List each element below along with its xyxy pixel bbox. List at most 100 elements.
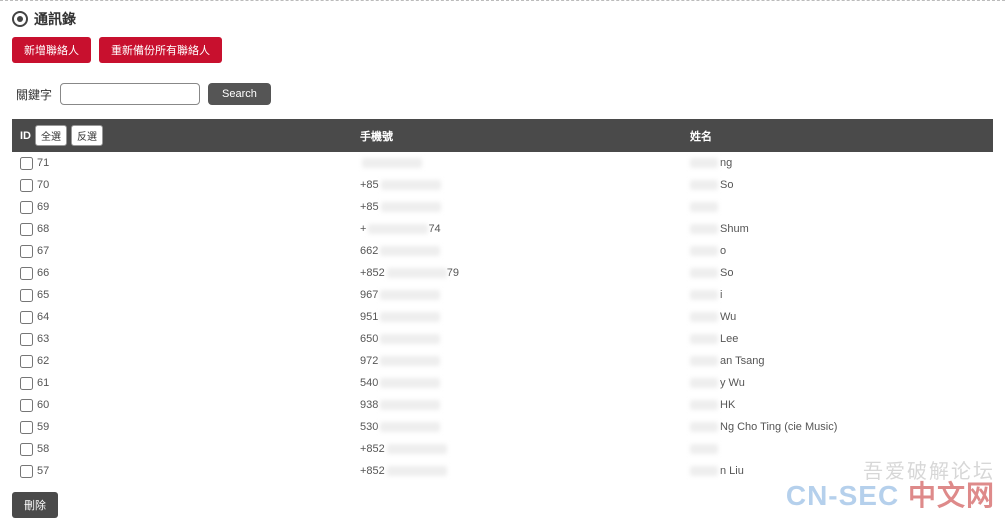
action-buttons: 新增聯絡人 重新備份所有聯絡人 [12, 37, 993, 63]
table-row: 71 ng [12, 152, 993, 174]
table-row: 70 +85So [12, 174, 993, 196]
row-name [690, 444, 985, 454]
redacted-icon [690, 356, 718, 366]
select-all-button[interactable]: 全選 [35, 125, 67, 146]
redacted-icon [380, 290, 440, 300]
table-row: 62 972an Tsang [12, 350, 993, 372]
title-row: 通訊錄 [12, 9, 993, 29]
redacted-icon [690, 290, 718, 300]
row-checkbox[interactable] [20, 223, 33, 236]
row-checkbox[interactable] [20, 333, 33, 346]
row-checkbox[interactable] [20, 245, 33, 258]
row-checkbox[interactable] [20, 311, 33, 324]
row-checkbox[interactable] [20, 355, 33, 368]
row-checkbox[interactable] [20, 179, 33, 192]
redacted-icon [381, 180, 441, 190]
redacted-icon [690, 224, 718, 234]
row-phone: +85 [360, 179, 690, 191]
row-checkbox[interactable] [20, 157, 33, 170]
row-name: Shum [690, 223, 985, 235]
row-name: o [690, 245, 985, 257]
row-name: ng [690, 157, 985, 169]
redacted-icon [690, 422, 718, 432]
redacted-icon [381, 202, 441, 212]
row-phone: 662 [360, 245, 690, 257]
row-name: Wu [690, 311, 985, 323]
table-row: 58 +852 [12, 438, 993, 460]
rebackup-all-button[interactable]: 重新備份所有聯絡人 [99, 37, 222, 63]
table-row: 63650Lee [12, 328, 993, 350]
row-checkbox[interactable] [20, 289, 33, 302]
delete-button[interactable]: 刪除 [12, 492, 58, 518]
redacted-icon [380, 246, 440, 256]
row-id: 70 [37, 179, 49, 191]
contacts-table: ID 全選 反選 手機號 姓名 71 ng 70 +85So 69+85 68 +74Shu… [12, 119, 993, 482]
row-phone: 967 [360, 289, 690, 301]
row-checkbox[interactable] [20, 421, 33, 434]
redacted-icon [690, 444, 718, 454]
table-row: 57+852n Liu [12, 460, 993, 482]
redacted-icon [387, 268, 447, 278]
invert-select-button[interactable]: 反選 [71, 125, 103, 146]
redacted-icon [387, 466, 447, 476]
redacted-icon [380, 312, 440, 322]
row-id: 64 [37, 311, 49, 323]
redacted-icon [380, 422, 440, 432]
redacted-icon [690, 466, 718, 476]
row-phone: 938 [360, 399, 690, 411]
row-id: 58 [37, 443, 49, 455]
row-phone: 972 [360, 355, 690, 367]
row-checkbox[interactable] [20, 399, 33, 412]
row-name: i [690, 289, 985, 301]
row-phone: +852 [360, 443, 690, 455]
search-button[interactable]: Search [208, 83, 271, 105]
row-id: 66 [37, 267, 49, 279]
row-name: an Tsang [690, 355, 985, 367]
table-row: 69+85 [12, 196, 993, 218]
search-label: 關鍵字 [16, 86, 52, 103]
header-id: ID [20, 130, 31, 142]
row-phone: 530 [360, 421, 690, 433]
redacted-icon [690, 400, 718, 410]
row-id: 68 [37, 223, 49, 235]
row-name: HK [690, 399, 985, 411]
row-checkbox[interactable] [20, 465, 33, 478]
row-checkbox[interactable] [20, 377, 33, 390]
header-phone: 手機號 [360, 128, 690, 144]
redacted-icon [690, 312, 718, 322]
row-checkbox[interactable] [20, 201, 33, 214]
keyword-input[interactable] [60, 83, 200, 105]
header-name: 姓名 [690, 128, 985, 144]
table-row: 66+85279So [12, 262, 993, 284]
row-id: 59 [37, 421, 49, 433]
table-row: 65967i [12, 284, 993, 306]
row-id: 71 [37, 157, 49, 169]
redacted-icon [362, 158, 422, 168]
redacted-icon [387, 444, 447, 454]
row-name: Lee [690, 333, 985, 345]
row-checkbox[interactable] [20, 267, 33, 280]
table-row: 67 662o [12, 240, 993, 262]
redacted-icon [690, 334, 718, 344]
redacted-icon [380, 378, 440, 388]
table-header: ID 全選 反選 手機號 姓名 [12, 119, 993, 152]
row-id: 60 [37, 399, 49, 411]
row-phone: +74 [360, 223, 690, 235]
row-id: 67 [37, 245, 49, 257]
row-phone: +85279 [360, 267, 690, 279]
row-phone: 951 [360, 311, 690, 323]
row-checkbox[interactable] [20, 443, 33, 456]
table-row: 61540y Wu [12, 372, 993, 394]
row-phone: 650 [360, 333, 690, 345]
row-name: So [690, 179, 985, 191]
row-id: 57 [37, 465, 49, 477]
redacted-icon [380, 334, 440, 344]
redacted-icon [690, 268, 718, 278]
redacted-icon [690, 202, 718, 212]
redacted-icon [368, 224, 428, 234]
row-phone: +852 [360, 465, 690, 477]
redacted-icon [690, 180, 718, 190]
table-row: 64 951Wu [12, 306, 993, 328]
add-contact-button[interactable]: 新增聯絡人 [12, 37, 91, 63]
row-id: 62 [37, 355, 49, 367]
